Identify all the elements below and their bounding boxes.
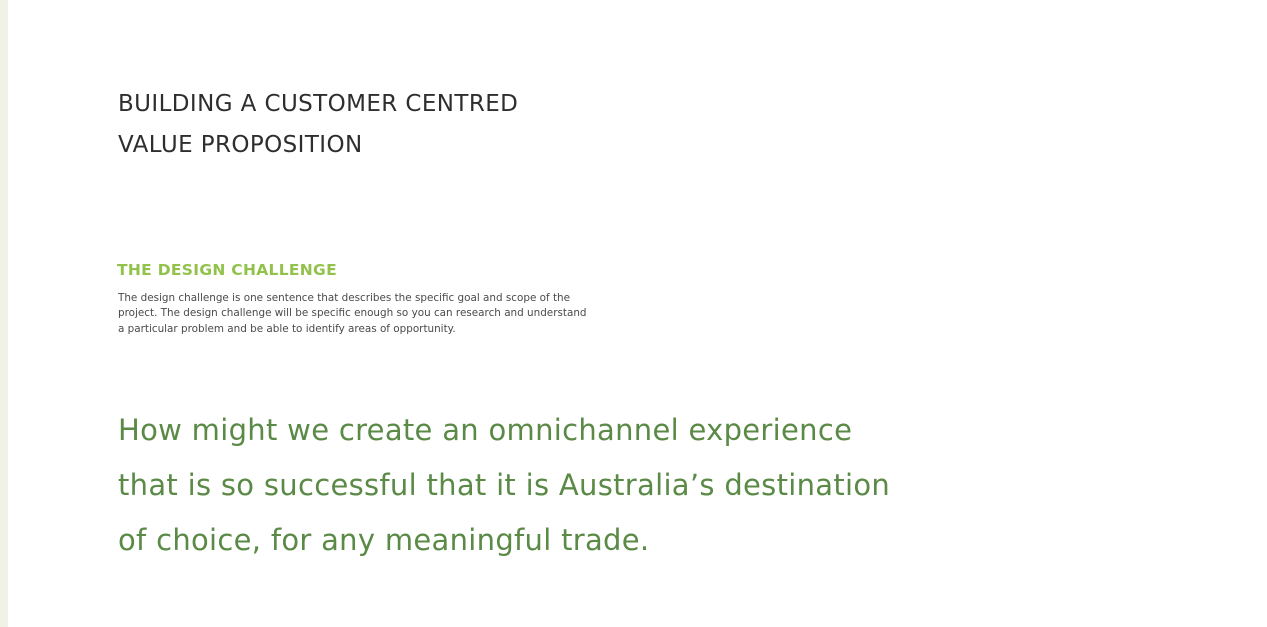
- question-line-3: of choice, for any meaningful trade.: [118, 523, 650, 557]
- design-challenge-heading: THE DESIGN CHALLENGE: [117, 261, 337, 279]
- description-line-1: The design challenge is one sentence tha…: [118, 292, 571, 304]
- presentation-slide: BUILDING A CUSTOMER CENTRED VALUE PROPOS…: [0, 0, 1267, 627]
- description-line-3: a particular problem and be able to iden…: [118, 322, 456, 335]
- how-might-we-question: How might we create an omnichannel exper…: [118, 403, 1018, 568]
- design-challenge-description: The design challenge is one sentence tha…: [118, 291, 618, 337]
- description-line-2: project. The design challenge will be sp…: [118, 307, 587, 320]
- slide-title: BUILDING A CUSTOMER CENTRED VALUE PROPOS…: [118, 84, 738, 166]
- question-line-2: that is so successful that it is Austral…: [118, 468, 891, 502]
- slide-title-line-1: BUILDING A CUSTOMER CENTRED: [118, 91, 519, 117]
- question-line-1: How might we create an omnichannel exper…: [118, 413, 853, 447]
- slide-title-line-2: VALUE PROPOSITION: [118, 132, 363, 158]
